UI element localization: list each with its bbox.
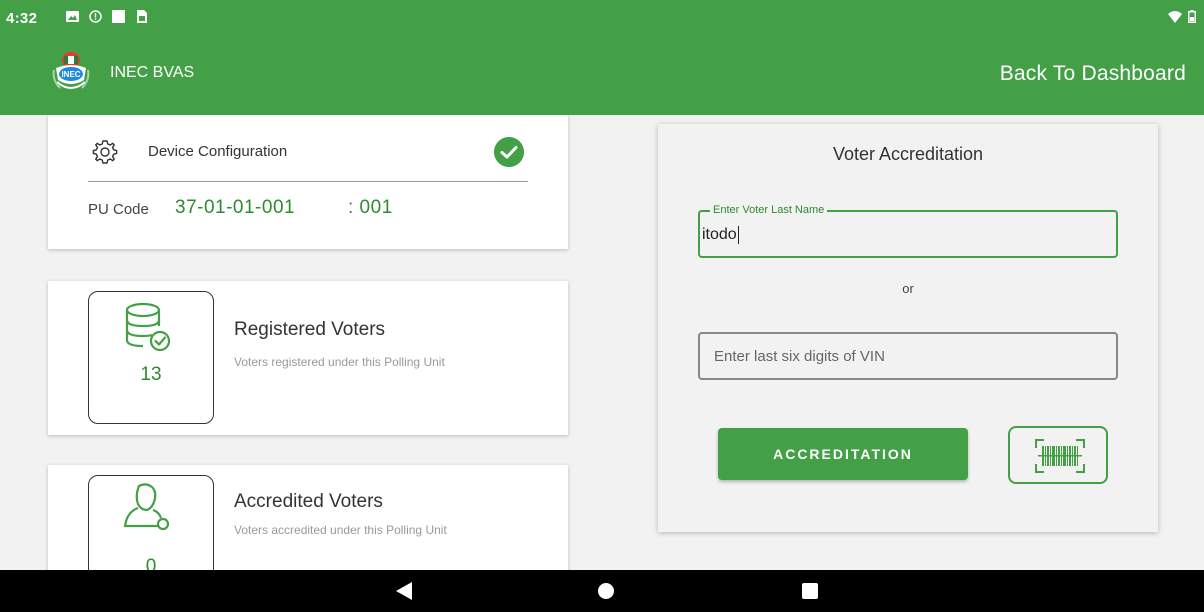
vin-field[interactable]: Enter last six digits of VIN xyxy=(698,332,1118,380)
recents-nav-icon[interactable] xyxy=(802,583,818,599)
last-name-input[interactable]: itodo xyxy=(702,226,739,244)
svg-text:INEC: INEC xyxy=(61,70,80,79)
pu-code-value: 37-01-01-001 xyxy=(175,197,296,218)
status-bar: 4:32 xyxy=(0,0,1204,34)
device-configuration-title: Device Configuration xyxy=(148,143,288,160)
registered-count: 13 xyxy=(140,364,162,385)
vin-input-placeholder[interactable]: Enter last six digits of VIN xyxy=(714,348,885,365)
navigation-bar xyxy=(0,570,1204,612)
left-column: Device Configuration PU Code 37-01-01-00… xyxy=(0,115,608,570)
divider xyxy=(88,181,528,182)
status-time: 4:32 xyxy=(6,10,38,27)
registered-voters-title: Registered Voters xyxy=(234,319,386,340)
user-icon xyxy=(123,483,170,531)
voter-accreditation-panel: Voter Accreditation Enter Voter Last Nam… xyxy=(658,124,1158,532)
app-title: INEC BVAS xyxy=(110,64,195,81)
wifi-icon xyxy=(1168,10,1182,23)
barcode-scan-button[interactable] xyxy=(1008,426,1108,484)
inec-logo: INEC xyxy=(52,52,90,89)
alert-icon xyxy=(89,10,102,23)
status-icons xyxy=(66,10,148,23)
panel-title: Voter Accreditation xyxy=(832,144,984,164)
accredited-voters-title: Accredited Voters xyxy=(234,491,383,512)
gear-icon xyxy=(92,140,118,164)
accreditation-button[interactable]: ACCREDITATION xyxy=(718,428,968,480)
app-bar: INEC INEC BVAS Back To Dashboard xyxy=(0,34,1204,115)
database-check-icon xyxy=(125,302,171,352)
pu-code-label: PU Code xyxy=(88,201,149,218)
last-name-label: Enter Voter Last Name xyxy=(710,204,828,216)
registered-count-box: 13 xyxy=(88,291,214,424)
registered-voters-subtitle: Voters registered under this Polling Uni… xyxy=(234,355,445,369)
status-right-icons xyxy=(1168,10,1196,23)
check-icon xyxy=(494,137,524,167)
back-to-dashboard-link[interactable]: Back To Dashboard xyxy=(1000,62,1186,86)
accredited-voters-subtitle: Voters accredited under this Polling Uni… xyxy=(234,523,447,537)
device-configuration-card: Device Configuration PU Code 37-01-01-00… xyxy=(48,115,568,249)
pu-code-suffix: : 001 xyxy=(348,197,393,218)
image-icon xyxy=(66,11,79,22)
or-separator: or xyxy=(902,281,914,296)
sim-icon xyxy=(137,10,147,23)
accredited-voters-card: 0 Accredited Voters Voters accredited un… xyxy=(48,465,568,570)
barcode-scan-icon xyxy=(1035,439,1085,473)
accredited-count: 0 xyxy=(145,556,157,570)
home-nav-icon[interactable] xyxy=(598,583,614,599)
last-name-field[interactable]: Enter Voter Last Name itodo xyxy=(698,204,1118,258)
battery-icon xyxy=(1188,10,1196,23)
accredited-count-box: 0 xyxy=(88,475,214,570)
back-nav-icon[interactable] xyxy=(396,582,412,600)
square-icon xyxy=(112,10,125,23)
registered-voters-card: 13 Registered Voters Voters registered u… xyxy=(48,281,568,435)
